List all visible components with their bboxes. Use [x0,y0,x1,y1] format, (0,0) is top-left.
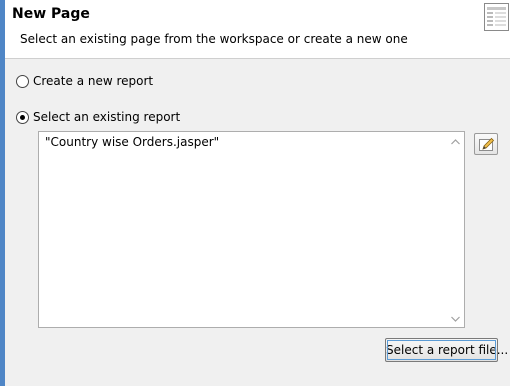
list-item[interactable]: "Country wise Orders.jasper" [45,135,219,149]
scroll-up-arrow-icon[interactable] [450,136,461,146]
report-list[interactable]: "Country wise Orders.jasper" [38,131,465,328]
edit-pencil-icon [479,137,495,151]
page-title: New Page [12,6,90,22]
page-description: Select an existing page from the workspa… [20,32,408,46]
scroll-down-arrow-icon[interactable] [450,313,461,323]
create-new-report-radio[interactable] [16,74,29,88]
create-new-report-option[interactable]: Create a new report [16,73,153,89]
select-existing-report-radio[interactable] [16,110,29,124]
vertical-scrollbar[interactable] [447,132,464,327]
select-existing-report-option[interactable]: Select an existing report [16,109,180,125]
wizard-page-icon [482,2,510,32]
edit-report-button[interactable] [474,133,498,155]
create-new-report-label: Create a new report [33,74,154,88]
select-report-file-button[interactable]: Select a report file... [385,338,508,362]
wizard-header: New Page Select an existing page from th… [5,0,510,59]
select-existing-report-label: Select an existing report [33,110,181,124]
